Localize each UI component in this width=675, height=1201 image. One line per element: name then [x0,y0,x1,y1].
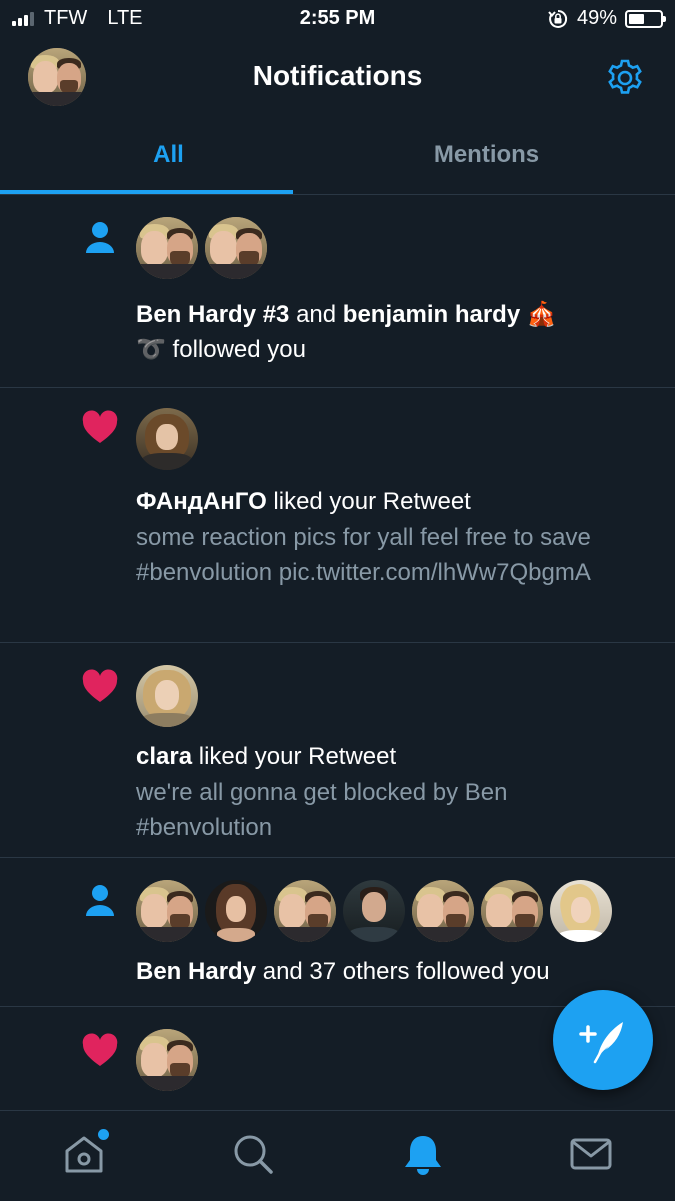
gear-icon[interactable] [605,58,645,98]
active-tab-indicator [0,190,293,194]
battery-percent: 49% [576,7,617,29]
follower-avatar[interactable] [274,880,336,942]
nav-notifications[interactable] [400,1131,446,1177]
notification-text: clara liked your Retweet [136,743,397,770]
nav-messages[interactable] [568,1131,614,1177]
actor-name[interactable]: benjamin hardy 🎪 [343,301,557,328]
new-content-badge [98,1129,109,1140]
follower-avatar[interactable] [481,880,543,942]
notification-tabs: All Mentions [0,118,675,195]
actor-name[interactable]: Ben Hardy [136,958,256,985]
follower-avatar[interactable] [136,217,198,279]
search-icon [234,1135,273,1174]
rotation-lock-icon [548,9,568,28]
notification-text: ФАндАнГО liked your Retweet [136,488,471,515]
compose-tweet-button[interactable] [553,990,653,1090]
notification-item[interactable]: Ben Hardy #3 and benjamin hardy 🎪 ➰ foll… [0,195,675,388]
follower-avatar[interactable] [205,217,267,279]
heart-icon [82,1033,118,1066]
tweet-preview[interactable]: we're all gonna get blocked by Ben #benv… [136,775,595,845]
bottom-navigation [0,1110,675,1201]
follower-avatar[interactable] [343,880,405,942]
nav-home[interactable] [61,1129,109,1177]
nav-search[interactable] [230,1131,276,1177]
bell-icon [405,1136,441,1175]
follower-avatar[interactable] [136,880,198,942]
notifications-feed[interactable]: Ben Hardy #3 and benjamin hardy 🎪 ➰ foll… [0,195,675,1110]
actor-avatar[interactable] [136,1029,198,1091]
tab-mentions[interactable]: Mentions [318,118,655,194]
person-icon [86,885,114,916]
actor-avatar[interactable] [136,665,198,727]
notification-item[interactable]: ФАндАнГО liked your Retweet some reactio… [0,388,675,643]
notification-item[interactable]: clara liked your Retweet we're all gonna… [0,643,675,858]
follower-avatar[interactable] [205,880,267,942]
follower-avatar[interactable] [550,880,612,942]
mail-icon [570,1138,612,1170]
heart-icon [82,410,118,443]
actor-name[interactable]: Ben Hardy #3 [136,301,289,328]
compose-tweet-icon [579,1022,623,1064]
notification-text: Ben Hardy and 37 others followed you [136,958,550,985]
person-icon [86,222,114,253]
actor-name[interactable]: ФАндАнГО [136,488,267,515]
battery-icon [625,9,666,28]
actor-name[interactable]: clara [136,743,192,770]
page-title: Notifications [252,60,423,91]
notification-text: Ben Hardy #3 and benjamin hardy 🎪 ➰ foll… [136,301,557,363]
heart-icon [82,669,118,702]
notification-item[interactable]: Ben Hardy and 37 others followed you [0,858,675,1007]
tweet-preview[interactable]: some reaction pics for yall feel free to… [136,520,595,590]
tab-all[interactable]: All [0,118,337,194]
app-header: Notifications [0,38,675,118]
status-bar: TFW LTE 2:55 PM 49% [0,0,675,38]
actor-avatar[interactable] [136,408,198,470]
follower-avatar[interactable] [412,880,474,942]
